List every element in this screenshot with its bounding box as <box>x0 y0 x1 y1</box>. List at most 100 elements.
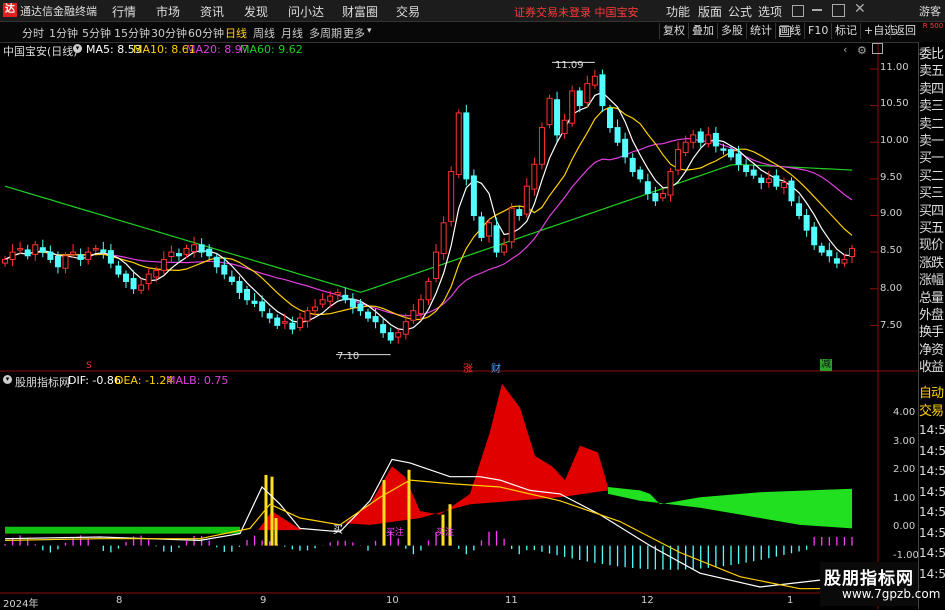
candle <box>115 260 122 278</box>
candle <box>319 293 326 308</box>
side-field-12[interactable]: 涨跌 <box>919 254 945 273</box>
side-field-7[interactable]: 买二 <box>919 167 945 186</box>
marker-s[interactable]: S <box>86 361 92 371</box>
main-chart-grid <box>870 68 878 326</box>
maximize-icon[interactable] <box>832 4 845 17</box>
candle <box>107 244 114 269</box>
menu-shichang[interactable]: 市场 <box>156 3 180 20</box>
close-icon[interactable]: ✕ <box>854 1 866 17</box>
menu-banmian[interactable]: 版面 <box>698 3 722 20</box>
candle <box>644 173 651 201</box>
watermark-logo: 股朋指标网 www.7gpzb.com <box>820 562 940 606</box>
period-5min[interactable]: 5分钟 <box>82 25 111 41</box>
side-field-2[interactable]: 卖四 <box>919 80 945 99</box>
toolbar-huaxian[interactable]: 画线 <box>775 23 804 39</box>
chevron-down-icon[interactable]: ▾ <box>367 26 372 36</box>
collapse-icon[interactable]: ‹ <box>843 43 847 56</box>
side-field-6[interactable]: 买一 <box>919 149 945 168</box>
watermark-url: www.7gpzb.com <box>842 587 941 601</box>
candle <box>168 245 175 264</box>
side-field-5[interactable]: 卖一 <box>919 132 945 151</box>
window-restore-icon[interactable] <box>792 5 804 17</box>
side-field-18[interactable]: 收益 <box>919 358 945 377</box>
side-field-10[interactable]: 买五 <box>919 219 945 238</box>
period-30min[interactable]: 30分钟 <box>151 25 187 41</box>
side-field-3[interactable]: 卖三 <box>919 97 945 116</box>
menu-faxian[interactable]: 发现 <box>244 3 268 20</box>
side-field-8[interactable]: 买三 <box>919 184 945 203</box>
candle <box>614 119 621 146</box>
period-weekly[interactable]: 周线 <box>253 25 275 41</box>
r500-badge[interactable]: R 500 <box>922 22 944 40</box>
sub-settings-icon[interactable]: ▾ <box>3 375 12 384</box>
period-1min[interactable]: 1分钟 <box>49 25 78 41</box>
period-more[interactable]: 更多 <box>343 25 365 41</box>
menu-gongshi[interactable]: 公式 <box>728 3 752 20</box>
period-15min[interactable]: 15分钟 <box>114 25 150 41</box>
toolbar-duogu[interactable]: 多股 <box>717 23 746 39</box>
candle <box>561 113 568 139</box>
x-label: 12 <box>641 595 654 606</box>
candle <box>372 308 379 329</box>
period-daily[interactable]: 日线 <box>225 25 247 41</box>
period-fenshi[interactable]: 分时 <box>22 25 44 41</box>
indicator-title[interactable]: 股朋指标网 <box>15 374 70 390</box>
side-field-15[interactable]: 外盘 <box>919 306 945 325</box>
side-field-0[interactable]: 委比 <box>919 45 945 64</box>
period-monthly[interactable]: 月线 <box>281 25 303 41</box>
side-field-4[interactable]: 卖二 <box>919 115 945 134</box>
period-60min[interactable]: 60分钟 <box>188 25 224 41</box>
auto-trade-1[interactable]: 交易 <box>919 402 945 421</box>
menu-caifuquan[interactable]: 财富圈 <box>342 3 378 20</box>
side-field-1[interactable]: 卖五 <box>919 62 945 81</box>
candle <box>62 252 69 274</box>
login-notice: 证券交易未登录 中国宝安 <box>514 6 639 19</box>
expand-icon[interactable] <box>872 43 883 54</box>
period-multi[interactable]: 多周期 <box>309 25 342 41</box>
gear-icon[interactable]: ⚙ <box>857 44 867 57</box>
side-field-16[interactable]: 换手 <box>919 323 945 342</box>
toolbar-f10[interactable]: F10 <box>804 23 831 39</box>
auto-trade-0[interactable]: 自动 <box>919 384 945 403</box>
time-entry: 14:56 <box>919 525 945 540</box>
candle <box>773 169 780 190</box>
side-field-17[interactable]: 净资 <box>919 341 945 360</box>
stock-title[interactable]: 中国宝安(日线) <box>3 43 78 59</box>
dea-value: DEA: -1.24 <box>115 374 174 387</box>
settings-dot-icon[interactable]: ▾ <box>73 44 82 53</box>
menu-zixun[interactable]: 资讯 <box>200 3 224 20</box>
toolbar-tongji[interactable]: 统计 <box>746 23 775 39</box>
side-field-11[interactable]: 现价 <box>919 236 945 255</box>
candle <box>554 91 561 142</box>
app-logo-icon: 达 <box>3 3 17 17</box>
minimize-icon[interactable] <box>812 9 822 11</box>
candle <box>516 205 523 221</box>
marker-cai[interactable]: 财 <box>491 360 501 375</box>
side-field-13[interactable]: 涨幅 <box>919 271 945 290</box>
candle <box>629 153 636 177</box>
candle <box>811 222 818 250</box>
candle <box>365 308 371 322</box>
candle <box>652 186 659 206</box>
candle <box>395 329 402 344</box>
title-bar: 达 通达信金融终端 行情 市场 资讯 发现 问小达 财富圈 交易 证券交易未登录… <box>0 0 945 22</box>
menu-gongneng[interactable]: 功能 <box>666 3 690 20</box>
candle <box>637 166 644 183</box>
side-field-9[interactable]: 买四 <box>919 202 945 221</box>
candle <box>175 248 182 261</box>
marker-jian[interactable]: 减 <box>820 359 832 371</box>
macd-lines <box>4 458 853 590</box>
toolbar-diejia[interactable]: 叠加 <box>688 23 717 39</box>
guest-label[interactable]: 游客 <box>919 3 941 19</box>
period-toolbar: 分时 1分钟 5分钟 15分钟 30分钟 60分钟 日线 周线 月线 多周期 更… <box>0 22 945 43</box>
candle <box>296 312 303 332</box>
marker-zhang[interactable]: 涨 <box>463 360 473 375</box>
side-field-14[interactable]: 总量 <box>919 289 945 308</box>
toolbar-back[interactable]: 返回 <box>890 23 919 39</box>
menu-xuanxiang[interactable]: 选项 <box>758 3 782 20</box>
menu-hangqing[interactable]: 行情 <box>112 3 136 20</box>
menu-wenxiaoda[interactable]: 问小达 <box>288 3 324 20</box>
menu-jiaoyi[interactable]: 交易 <box>396 3 420 20</box>
toolbar-biaoji[interactable]: 标记 <box>831 23 860 39</box>
toolbar-fuquan[interactable]: 复权 <box>659 23 688 39</box>
